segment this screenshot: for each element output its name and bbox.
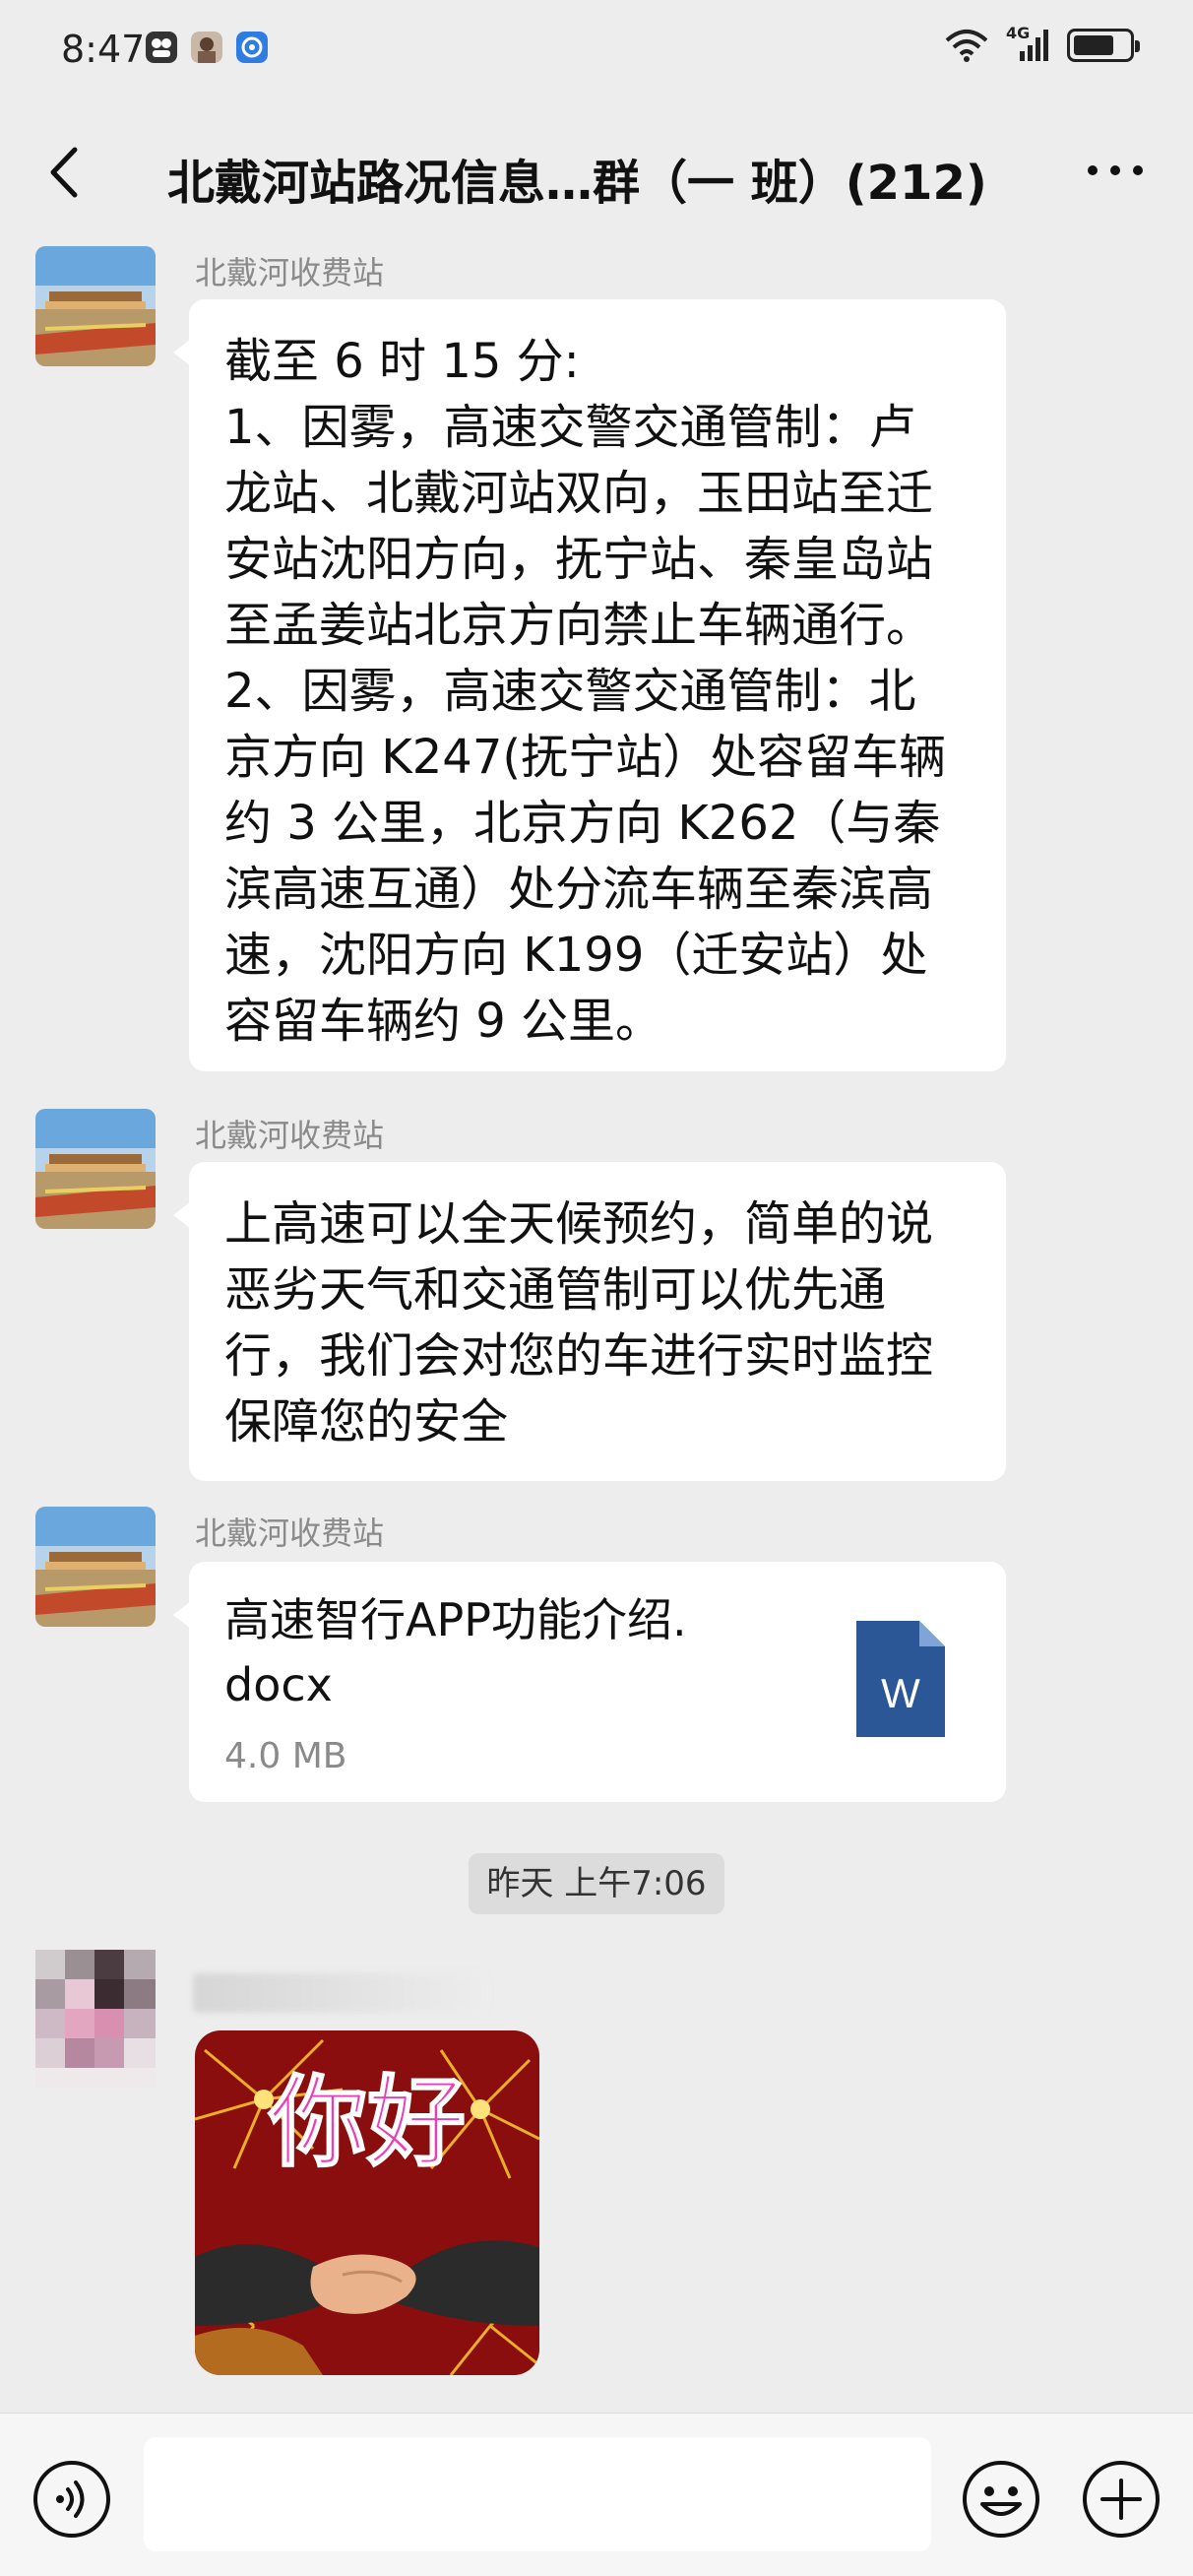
sender-name: 北戴河收费站 <box>195 254 385 291</box>
status-bar: 8:47 4G <box>0 0 1193 98</box>
timestamp: 昨天 上午7:06 <box>469 1853 724 1914</box>
signal-icon: 4G <box>1006 24 1049 63</box>
file-name-line: 高速智行APP功能介绍. <box>224 1593 687 1646</box>
status-time: 8:47 <box>61 28 146 71</box>
app-icon-3 <box>236 32 268 63</box>
sticker-image[interactable]: 你好 <box>195 2030 539 2375</box>
avatar[interactable] <box>35 1950 156 2088</box>
sender-name: 北戴河收费站 <box>195 1117 385 1154</box>
message-line: 容留车辆约 9 公里。 <box>224 994 663 1049</box>
avatar[interactable] <box>35 1109 156 1229</box>
message-input[interactable] <box>144 2437 931 2551</box>
word-document-icon: W <box>856 1621 945 1737</box>
chevron-left-icon[interactable] <box>37 138 96 207</box>
chat-area[interactable]: 北戴河收费站 截至 6 时 15 分: 1、因雾，高速交警交通管制：卢 龙站、北… <box>0 246 1193 2413</box>
message-line: 速，沈阳方向 K199（迁安站）处 <box>224 928 928 983</box>
message-line: 截至 6 时 15 分: <box>224 334 580 389</box>
message-bubble[interactable]: 截至 6 时 15 分: 1、因雾，高速交警交通管制：卢 龙站、北戴河站双向，玉… <box>173 299 1006 1071</box>
app-icon-2 <box>191 32 222 63</box>
avatar[interactable] <box>35 1507 156 1627</box>
message-line: 2、因雾，高速交警交通管制：北 <box>224 664 916 719</box>
message-line: 至孟姜站北京方向禁止车辆通行。 <box>224 598 934 653</box>
battery-icon <box>1067 29 1140 62</box>
message-line: 保障您的安全 <box>224 1394 509 1449</box>
message-line: 上高速可以全天候预约，简单的说 <box>224 1196 934 1252</box>
message-line: 京方向 K247(抚宁站）处容留车辆 <box>224 730 947 785</box>
file-icon-letter: W <box>881 1670 920 1716</box>
status-right: 4G <box>945 24 1140 63</box>
input-bar <box>0 2413 1193 2576</box>
sender-name <box>193 1973 488 2013</box>
message-line: 安站沈阳方向，抚宁站、秦皇岛站 <box>224 532 934 587</box>
voice-icon[interactable] <box>31 2459 112 2540</box>
chat-title: 北戴河站路况信息…群（一 班）(212) <box>167 156 987 211</box>
message-line: 1、因雾，高速交警交通管制：卢 <box>224 400 916 455</box>
more-dots-icon[interactable] <box>1081 146 1150 195</box>
message-line: 行，我们会对您的车进行实时监控 <box>224 1328 934 1384</box>
sender-name: 北戴河收费站 <box>195 1514 385 1552</box>
message-line: 恶劣天气和交通管制可以优先通 <box>224 1262 887 1318</box>
emoji-icon[interactable] <box>961 2459 1041 2540</box>
sticker-text: 你好 <box>268 2065 466 2180</box>
message-line: 约 3 公里，北京方向 K262（与秦 <box>224 796 941 851</box>
chat-header: 北戴河站路况信息…群（一 班）(212) <box>0 98 1193 246</box>
wifi-icon <box>945 30 988 62</box>
file-name: 高速智行APP功能介绍. docx <box>224 1587 776 1717</box>
app-icon-1 <box>146 32 177 63</box>
avatar[interactable] <box>35 246 156 366</box>
plus-icon[interactable] <box>1081 2459 1162 2540</box>
message-line: 龙站、北戴河站双向，玉田站至迁 <box>224 466 934 521</box>
message-bubble[interactable]: 上高速可以全天候预约，简单的说 恶劣天气和交通管制可以优先通 行，我们会对您的车… <box>173 1162 1006 1481</box>
file-message-bubble[interactable]: 高速智行APP功能介绍. docx 4.0 MB W <box>173 1562 1006 1802</box>
file-name-line: docx <box>224 1658 333 1711</box>
message-line: 滨高速互通）处分流车辆至秦滨高 <box>224 862 934 917</box>
